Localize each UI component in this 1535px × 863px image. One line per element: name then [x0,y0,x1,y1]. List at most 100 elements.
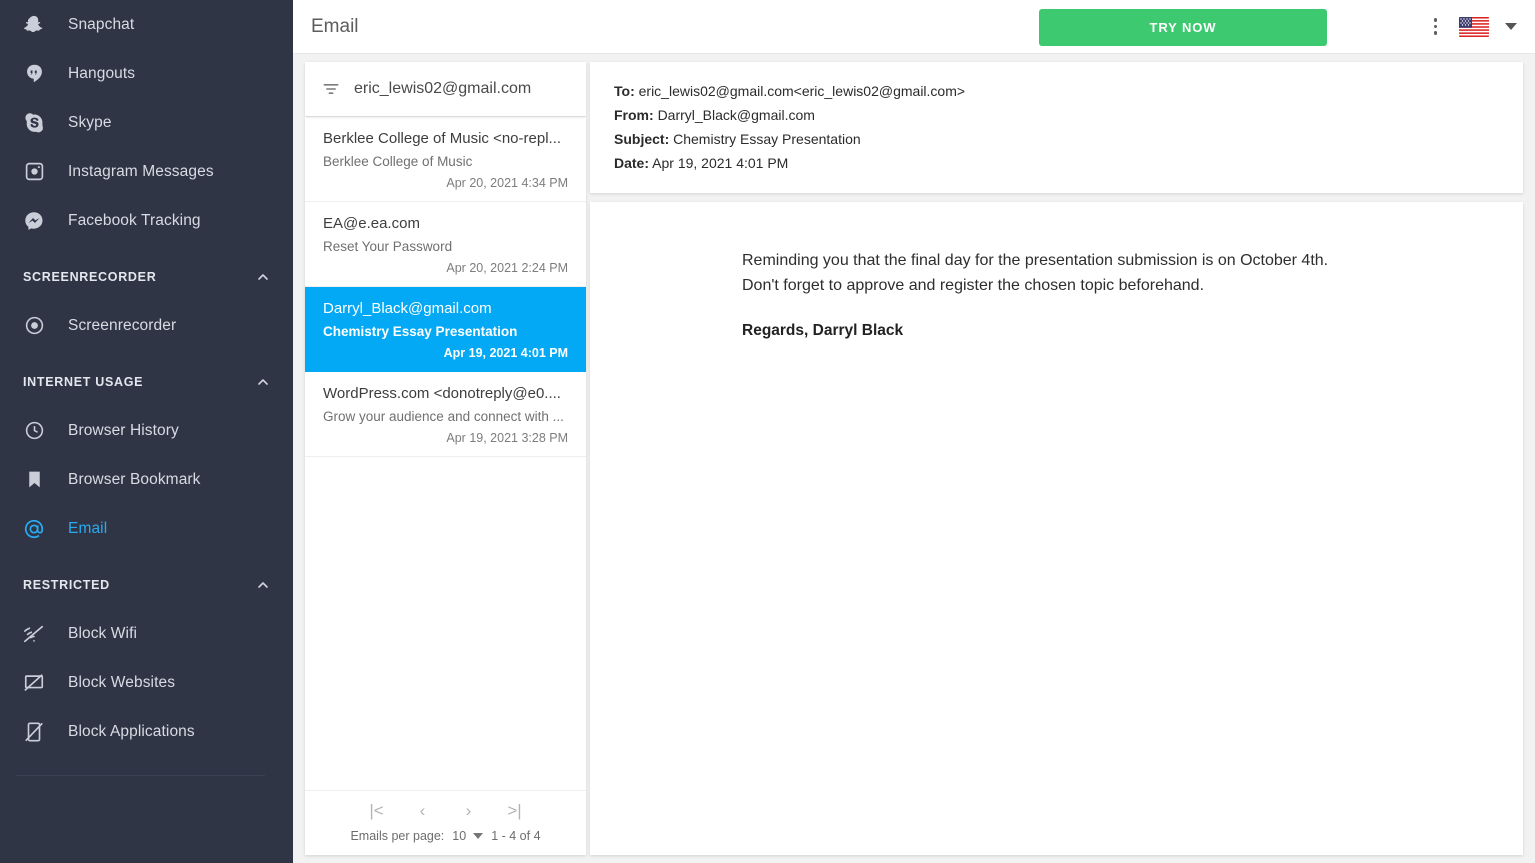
hangouts-icon [14,63,54,84]
list-item-selected[interactable]: Darryl_Black@gmail.com Chemistry Essay P… [305,287,586,372]
sidebar-item-label: Screenrecorder [68,316,177,334]
sidebar-item-label: Browser History [68,421,179,439]
skype-icon [14,112,54,133]
account-filter-bar[interactable]: eric_lewis02@gmail.com [305,62,586,116]
email-list-column: eric_lewis02@gmail.com Berklee College o… [305,62,586,855]
per-page-value: 10 [452,829,467,843]
email-sender: WordPress.com <donotreply@e0.... [323,385,561,402]
chevron-down-icon [473,833,484,839]
sidebar-item-label: Facebook Tracking [68,211,201,229]
last-page-button[interactable]: >| [504,801,526,821]
sidebar-item-browser-bookmark[interactable]: Browser Bookmark [0,455,293,504]
content-area: eric_lewis02@gmail.com Berklee College o… [293,54,1535,863]
sidebar-item-label: Hangouts [68,64,136,82]
list-item[interactable]: WordPress.com <donotreply@e0.... Grow yo… [305,372,586,457]
chevron-up-icon [255,269,271,285]
paginator: |< ‹ › >| Emails per page: 10 1 - 4 of 4 [305,790,586,855]
sidebar-section-internet-usage[interactable]: INTERNET USAGE [0,358,293,406]
page-title: Email [311,15,359,37]
email-list-card: Berklee College of Music <no-repl... Ber… [305,117,586,855]
list-item[interactable]: Berklee College of Music <no-repl... Ber… [305,117,586,202]
email-subject: Chemistry Essay Presentation [323,324,518,339]
sidebar-item-label: Instagram Messages [68,162,214,180]
bookmark-icon [14,469,54,490]
sidebar-item-block-websites[interactable]: Block Websites [0,658,293,707]
email-date: Apr 20, 2021 4:34 PM [446,176,568,190]
more-vertical-icon[interactable] [1428,14,1444,39]
to-label: To: [614,83,635,99]
sidebar-section-title: SCREENRECORDER [23,270,157,284]
record-circle-icon [14,315,54,336]
sidebar-item-snapchat[interactable]: Snapchat [0,0,293,49]
paginator-meta: Emails per page: 10 1 - 4 of 4 [350,829,540,843]
from-label: From: [614,107,654,123]
chevron-up-icon [255,374,271,390]
to-value: eric_lewis02@gmail.com<eric_lewis02@gmai… [638,83,966,99]
email-body-card: Reminding you that the final day for the… [590,202,1523,855]
sidebar-item-hangouts[interactable]: Hangouts [0,49,293,98]
sidebar-item-block-wifi[interactable]: Block Wifi [0,609,293,658]
sidebar-divider [16,775,265,776]
email-sender: EA@e.ea.com [323,215,420,232]
instagram-icon [14,161,54,182]
reading-pane: To: eric_lewis02@gmail.com<eric_lewis02@… [590,62,1523,855]
sidebar-section-title: RESTRICTED [23,578,110,592]
previous-page-button[interactable]: ‹ [412,801,434,821]
email-to-line: To: eric_lewis02@gmail.com<eric_lewis02@… [614,79,1499,103]
email-subject-line: Subject: Chemistry Essay Presentation [614,127,1499,151]
sidebar-item-facebook-tracking[interactable]: Facebook Tracking [0,196,293,245]
sidebar-item-skype[interactable]: Skype [0,98,293,147]
chevron-down-icon[interactable] [1505,23,1517,30]
per-page-label: Emails per page: [350,829,445,843]
email-date: Apr 19, 2021 3:28 PM [446,431,568,445]
email-date: Apr 20, 2021 2:24 PM [446,261,568,275]
filter-list-icon[interactable] [321,79,341,99]
sidebar-item-browser-history[interactable]: Browser History [0,406,293,455]
phone-off-icon [14,721,54,743]
try-now-button[interactable]: TRY NOW [1039,9,1327,46]
email-date-line: Date: Apr 19, 2021 4:01 PM [614,151,1499,175]
email-sender: Berklee College of Music <no-repl... [323,130,562,147]
sidebar-section-title: INTERNET USAGE [23,375,144,389]
sidebar: Snapchat Hangouts Skype Instagram Messag… [0,0,293,863]
next-page-button[interactable]: › [458,801,480,821]
first-page-button[interactable]: |< [366,801,388,821]
from-value: Darryl_Black@gmail.com [657,107,815,123]
sidebar-item-block-applications[interactable]: Block Applications [0,707,293,756]
at-sign-icon [14,518,54,540]
facebook-messenger-icon [14,210,54,232]
paginator-buttons: |< ‹ › >| [366,801,526,821]
date-label: Date: [614,155,650,171]
snapchat-icon [14,14,54,36]
page-range-label: 1 - 4 of 4 [491,829,541,843]
sidebar-section-restricted[interactable]: RESTRICTED [0,561,293,609]
wifi-off-icon [14,623,54,645]
sidebar-item-label: Block Websites [68,673,176,691]
list-item[interactable]: EA@e.ea.com Reset Your Password Apr 20, … [305,202,586,287]
email-body-text: Reminding you that the final day for the… [742,252,1329,294]
sidebar-item-label: Snapchat [68,15,135,33]
sidebar-item-label: Browser Bookmark [68,470,201,488]
clock-icon [14,420,54,441]
app-root: Snapchat Hangouts Skype Instagram Messag… [0,0,1535,863]
email-signature: Regards, Darryl Black [742,322,904,339]
desktop-off-icon [14,672,54,694]
date-value: Apr 19, 2021 4:01 PM [652,155,789,171]
email-subject: Reset Your Password [323,239,453,254]
main-area: Email TRY NOW eric_lewis02@gmail.com Ber… [293,0,1535,863]
email-date: Apr 19, 2021 4:01 PM [443,346,568,360]
sidebar-item-instagram-messages[interactable]: Instagram Messages [0,147,293,196]
subject-label: Subject: [614,131,670,147]
sidebar-item-label: Block Wifi [68,624,138,642]
us-flag-icon[interactable] [1459,16,1489,37]
sidebar-item-label: Skype [68,113,112,131]
sidebar-item-email[interactable]: Email [0,504,293,553]
sidebar-item-screenrecorder[interactable]: Screenrecorder [0,301,293,350]
per-page-select[interactable]: 10 [452,829,484,843]
email-subject: Berklee College of Music [323,154,473,169]
account-email-label: eric_lewis02@gmail.com [354,80,532,97]
email-sender: Darryl_Black@gmail.com [323,300,492,317]
subject-value: Chemistry Essay Presentation [673,131,861,147]
email-header-card: To: eric_lewis02@gmail.com<eric_lewis02@… [590,62,1523,193]
sidebar-section-screenrecorder[interactable]: SCREENRECORDER [0,253,293,301]
